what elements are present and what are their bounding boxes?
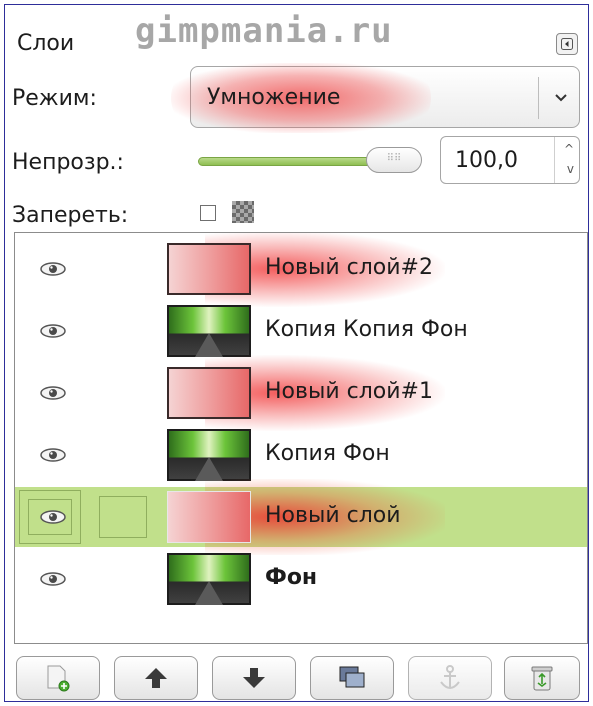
layer-thumbnail — [167, 429, 251, 481]
lower-layer-button[interactable] — [212, 656, 296, 700]
lock-alpha-checkbox[interactable] — [200, 205, 216, 221]
mode-label: Режим: — [12, 86, 97, 111]
layer-row[interactable]: Новый слой#2 — [15, 233, 587, 307]
anchor-layer-button[interactable] — [408, 656, 492, 700]
layer-row[interactable]: Новый слой#1 — [15, 355, 587, 431]
chevron-down-icon — [555, 94, 567, 102]
layer-name[interactable]: Копия Копия Фон — [265, 317, 468, 342]
chain-toggle[interactable] — [99, 496, 147, 538]
new-layer-icon — [47, 665, 70, 692]
spin-down-icon[interactable]: v — [567, 162, 574, 176]
alpha-checker-icon — [232, 201, 254, 223]
layer-thumbnail — [167, 305, 251, 357]
layer-thumbnail — [167, 553, 251, 605]
panel-title: Слои — [17, 31, 75, 56]
opacity-slider-handle[interactable]: ⠿⠿ — [366, 147, 422, 173]
layer-name[interactable]: Новый слой#2 — [265, 255, 433, 280]
eye-icon[interactable] — [39, 261, 67, 277]
mode-select[interactable]: Умножение — [171, 63, 580, 133]
spin-up-icon[interactable]: ^ — [564, 142, 574, 156]
layer-row[interactable]: Копия Фон — [15, 425, 587, 485]
arrow-down-icon — [243, 668, 265, 688]
layer-name[interactable]: Новый слой#1 — [265, 379, 433, 404]
lock-label: Запереть: — [12, 203, 129, 228]
layer-row[interactable]: Копия Копия Фон — [15, 301, 587, 361]
layer-thumbnail — [167, 367, 251, 419]
layer-thumbnail — [167, 243, 251, 295]
opacity-spinbutton[interactable]: 100,0 ^ v — [440, 136, 580, 184]
trash-icon — [531, 666, 553, 691]
anchor-icon — [440, 665, 460, 689]
mode-separator — [538, 77, 539, 119]
spin-separator — [554, 137, 555, 183]
new-layer-button[interactable] — [16, 656, 100, 700]
eye-icon[interactable] — [39, 509, 67, 525]
duplicate-layer-icon — [339, 666, 365, 688]
eye-icon[interactable] — [39, 571, 67, 587]
layer-name[interactable]: Копия Фон — [265, 441, 390, 466]
raise-layer-button[interactable] — [114, 656, 198, 700]
eye-icon[interactable] — [39, 385, 67, 401]
layer-thumbnail — [167, 491, 251, 543]
layers-list[interactable]: Новый слой#2 Копия Копия Фон Новый слой#… — [14, 232, 588, 644]
eye-icon[interactable] — [39, 323, 67, 339]
mode-value: Умножение — [207, 85, 341, 110]
delete-layer-button[interactable] — [504, 656, 580, 700]
tab-menu-icon — [561, 38, 573, 50]
layer-row[interactable]: Фон — [15, 549, 587, 609]
layer-row-selected[interactable]: Новый слой — [15, 479, 587, 555]
opacity-value[interactable]: 100,0 — [455, 148, 518, 173]
panel-menu-button[interactable] — [556, 33, 578, 55]
layer-name[interactable]: Новый слой — [265, 503, 401, 528]
watermark: gimpmania.ru — [135, 11, 393, 51]
eye-icon[interactable] — [39, 447, 67, 463]
duplicate-layer-button[interactable] — [310, 656, 394, 700]
arrow-up-icon — [145, 668, 167, 688]
opacity-label: Непрозр.: — [12, 150, 124, 175]
layer-name[interactable]: Фон — [265, 565, 317, 590]
